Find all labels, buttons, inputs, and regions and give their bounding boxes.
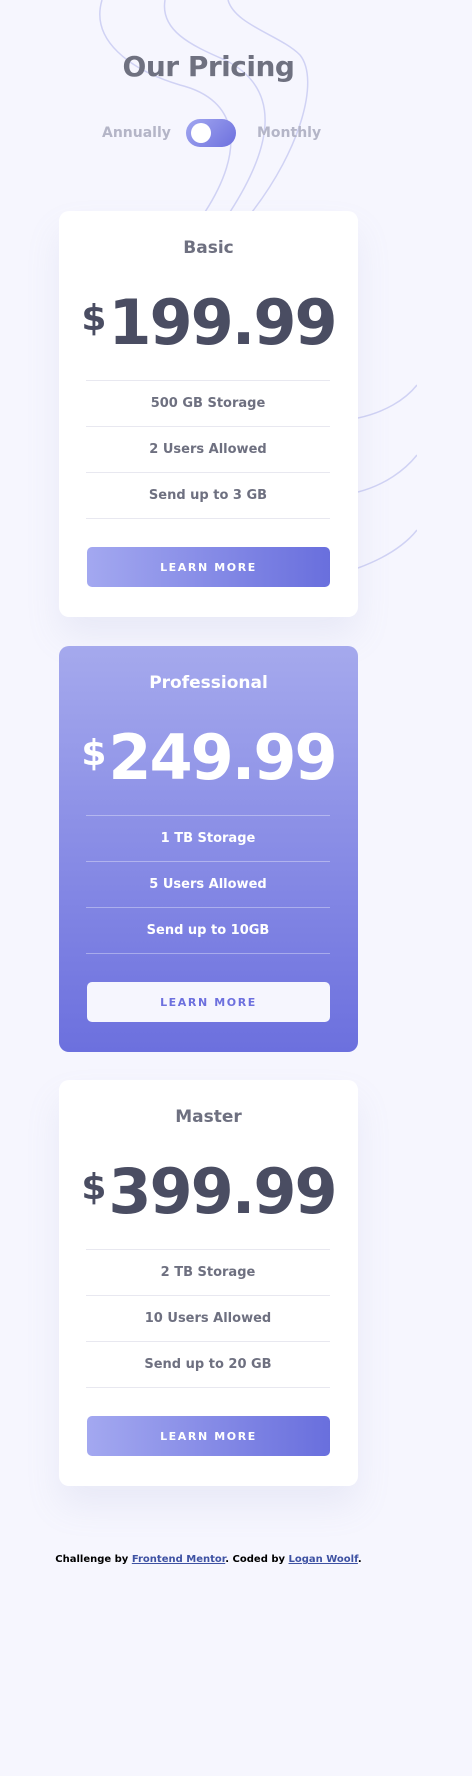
billing-toggle-switch[interactable]	[186, 119, 236, 147]
price-amount: 249.99	[108, 721, 337, 794]
feature-list: 2 TB Storage 10 Users Allowed Send up to…	[86, 1249, 330, 1388]
learn-more-button-basic[interactable]: LEARN MORE	[87, 547, 330, 587]
frontend-mentor-link[interactable]: Frontend Mentor	[132, 1554, 225, 1565]
feature-list: 1 TB Storage 5 Users Allowed Send up to …	[86, 815, 330, 954]
feature-list: 500 GB Storage 2 Users Allowed Send up t…	[86, 380, 330, 519]
author-link[interactable]: Logan Woolf	[289, 1554, 358, 1565]
plan-name: Professional	[149, 673, 268, 693]
toggle-label-monthly[interactable]: Monthly	[257, 125, 321, 141]
pricing-card-basic: Basic $199.99 500 GB Storage 2 Users All…	[59, 211, 358, 617]
plan-price: $199.99	[59, 283, 358, 363]
feature-item: 2 Users Allowed	[86, 426, 330, 472]
feature-item: 2 TB Storage	[86, 1249, 330, 1295]
currency-symbol: $	[81, 298, 107, 339]
learn-more-button-professional[interactable]: LEARN MORE	[87, 982, 330, 1022]
feature-item: 10 Users Allowed	[86, 1295, 330, 1341]
attribution-prefix: Challenge by	[55, 1554, 132, 1565]
plan-price: $249.99	[59, 718, 358, 798]
price-amount: 199.99	[108, 286, 337, 359]
feature-item: 500 GB Storage	[86, 380, 330, 426]
currency-symbol: $	[81, 733, 107, 774]
learn-more-button-master[interactable]: LEARN MORE	[87, 1416, 330, 1456]
feature-item: 5 Users Allowed	[86, 861, 330, 907]
pricing-card-professional: Professional $249.99 1 TB Storage 5 User…	[59, 646, 358, 1052]
plan-name: Master	[175, 1107, 242, 1127]
feature-item: 1 TB Storage	[86, 815, 330, 861]
attribution-suffix: .	[357, 1554, 362, 1565]
currency-symbol: $	[81, 1167, 107, 1208]
price-amount: 399.99	[108, 1155, 337, 1228]
feature-item: Send up to 3 GB	[86, 472, 330, 519]
toggle-label-annually[interactable]: Annually	[102, 125, 171, 141]
billing-toggle-row: Annually Monthly	[0, 119, 417, 149]
attribution-middle: . Coded by	[225, 1554, 289, 1565]
plan-price: $399.99	[59, 1152, 358, 1232]
plan-name: Basic	[183, 238, 234, 258]
feature-item: Send up to 10GB	[86, 907, 330, 954]
pricing-card-master: Master $399.99 2 TB Storage 10 Users All…	[59, 1080, 358, 1486]
attribution-footer: Challenge by Frontend Mentor. Coded by L…	[0, 1554, 417, 1565]
feature-item: Send up to 20 GB	[86, 1341, 330, 1388]
page-title: Our Pricing	[122, 50, 295, 83]
toggle-knob	[191, 123, 211, 143]
